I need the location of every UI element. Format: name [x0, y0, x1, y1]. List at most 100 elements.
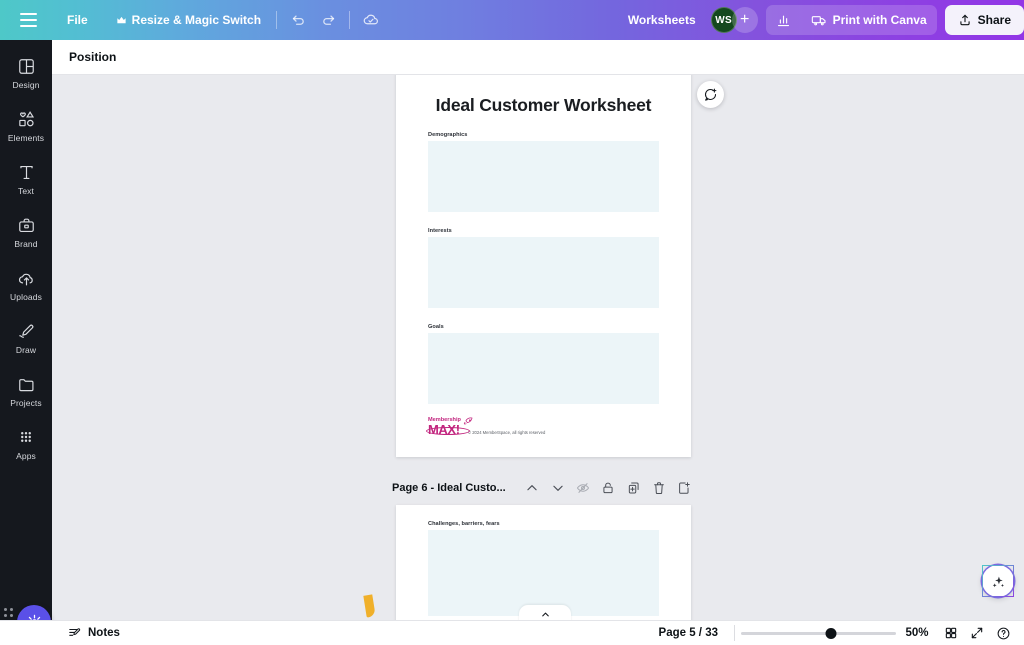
worksheet-section-goals[interactable]: Goals: [428, 324, 659, 404]
actions-pill-group: Print with Canva: [765, 5, 937, 35]
canva-editor-window: File Resize & Magic Switch Worksheets WS…: [0, 0, 1024, 645]
sidebar-item-brand[interactable]: Brand: [0, 205, 52, 258]
page-6-card[interactable]: Challenges, barriers, fears: [396, 505, 691, 620]
crown-icon: [116, 15, 127, 26]
share-label: Share: [977, 13, 1011, 27]
add-collaborator-button[interactable]: +: [731, 7, 758, 33]
zoom-slider[interactable]: [741, 625, 896, 641]
project-name-button[interactable]: Worksheets: [619, 6, 705, 34]
apps-grid-icon: [17, 426, 35, 448]
bottom-divider: [734, 625, 735, 641]
bottom-toolbar-left: Notes: [60, 622, 128, 644]
sidebar-item-design[interactable]: Design: [0, 46, 52, 99]
sidebar-item-label: Text: [18, 186, 34, 196]
top-toolbar: File Resize & Magic Switch Worksheets WS…: [0, 0, 1024, 40]
sidebar-item-label: Projects: [10, 398, 42, 408]
share-upload-icon: [958, 13, 972, 27]
sidebar-item-label: Uploads: [10, 292, 42, 302]
notes-button[interactable]: Notes: [60, 622, 128, 644]
notes-label: Notes: [88, 627, 120, 639]
bottom-toolbar: Notes Page 5 / 33 50%: [0, 620, 1024, 645]
worksheet-title[interactable]: Ideal Customer Worksheet: [396, 95, 691, 116]
collapse-panel-button[interactable]: [519, 605, 571, 620]
page-title-label[interactable]: Page 6 - Ideal Custo...: [392, 482, 506, 494]
section-answer-box[interactable]: [428, 141, 659, 212]
move-page-down-icon[interactable]: [545, 475, 570, 501]
zoom-slider-knob[interactable]: [825, 627, 837, 639]
cloud-save-status-button[interactable]: [356, 6, 386, 34]
duplicate-page-icon[interactable]: [621, 475, 646, 501]
file-menu-button[interactable]: File: [58, 6, 97, 34]
avatar-initials: WS: [715, 14, 732, 26]
zoom-slider-track: [741, 631, 896, 635]
section-label: Challenges, barriers, fears: [428, 521, 500, 527]
bar-chart-icon: [776, 13, 791, 28]
undo-button[interactable]: [283, 6, 313, 34]
text-t-icon: [17, 161, 36, 183]
resize-magic-switch-button[interactable]: Resize & Magic Switch: [107, 6, 270, 34]
worksheet-footer: Membership MAX! © 2024 MemberSpace, all …: [426, 417, 659, 436]
page-indicator[interactable]: Page 5 / 33: [649, 627, 728, 639]
top-toolbar-right: Worksheets WS + Print with Canva Share: [619, 0, 1024, 40]
resize-magic-switch-label: Resize & Magic Switch: [131, 13, 262, 27]
analytics-button[interactable]: [766, 5, 801, 35]
worksheet-section-challenges[interactable]: Challenges, barriers, fears: [428, 521, 659, 616]
section-answer-box[interactable]: [428, 333, 659, 404]
hamburger-menu-button[interactable]: [8, 0, 48, 40]
plus-icon: +: [739, 11, 750, 28]
sidebar-item-elements[interactable]: Elements: [0, 99, 52, 152]
copyright-text: © 2024 MemberSpace, all rights reserved: [467, 429, 546, 435]
brand-briefcase-icon: [17, 214, 36, 236]
sidebar-item-apps[interactable]: Apps: [0, 417, 52, 470]
context-toolbar: Position: [52, 40, 1024, 75]
section-label: Demographics: [428, 132, 468, 138]
section-answer-box[interactable]: [428, 237, 659, 308]
sidebar-item-label: Draw: [15, 345, 37, 355]
chevron-up-icon: [540, 609, 551, 620]
design-layout-icon: [17, 55, 36, 77]
decorative-yellow-shape[interactable]: [363, 594, 376, 618]
share-button[interactable]: Share: [944, 5, 1024, 35]
logo-ellipse: [426, 426, 470, 435]
print-with-canva-button[interactable]: Print with Canva: [801, 5, 937, 35]
print-with-canva-label: Print with Canva: [832, 13, 927, 27]
lock-page-icon[interactable]: [596, 475, 621, 501]
sidebar-item-uploads[interactable]: Uploads: [0, 258, 52, 311]
redo-button[interactable]: [313, 6, 343, 34]
add-comment-icon: [703, 87, 718, 102]
design-canvas[interactable]: Ideal Customer Worksheet Demographics In…: [52, 75, 1024, 620]
collaborators-group: WS +: [710, 7, 758, 33]
magic-assistant-button[interactable]: [982, 565, 1014, 597]
toolbar-divider-2: [349, 11, 351, 29]
worksheet-section-demographics[interactable]: Demographics: [428, 132, 659, 212]
hide-page-icon[interactable]: [570, 475, 595, 501]
delete-page-icon[interactable]: [646, 475, 671, 501]
add-comment-button[interactable]: [697, 81, 724, 108]
help-question-icon[interactable]: [990, 622, 1016, 644]
fullscreen-icon[interactable]: [964, 622, 990, 644]
section-answer-box[interactable]: [428, 530, 659, 616]
page-6-toolbar: Page 6 - Ideal Custo...: [392, 475, 697, 501]
position-button[interactable]: Position: [60, 44, 125, 70]
sidebar-item-draw[interactable]: Draw: [0, 311, 52, 364]
magic-sparkles-icon: [990, 573, 1007, 590]
sidebar-item-projects[interactable]: Projects: [0, 364, 52, 417]
zoom-value-label[interactable]: 50%: [896, 627, 938, 639]
cloud-saved-icon: [362, 11, 380, 29]
draw-pen-icon: [17, 320, 36, 342]
add-page-icon[interactable]: [672, 475, 697, 501]
print-truck-icon: [811, 12, 827, 28]
hamburger-icon: [19, 13, 37, 27]
file-menu-label: File: [67, 13, 88, 27]
grid-view-icon[interactable]: [938, 622, 964, 644]
sidebar-item-label: Apps: [16, 451, 36, 461]
membership-max-logo[interactable]: Membership MAX!: [426, 417, 473, 436]
undo-icon: [291, 13, 306, 28]
elements-shapes-icon: [17, 108, 36, 130]
sidebar-item-label: Brand: [14, 239, 38, 249]
move-page-up-icon[interactable]: [520, 475, 545, 501]
page-5-card[interactable]: Ideal Customer Worksheet Demographics In…: [396, 75, 691, 457]
position-label: Position: [69, 50, 117, 64]
sidebar-item-text[interactable]: Text: [0, 152, 52, 205]
worksheet-section-interests[interactable]: Interests: [428, 228, 659, 308]
